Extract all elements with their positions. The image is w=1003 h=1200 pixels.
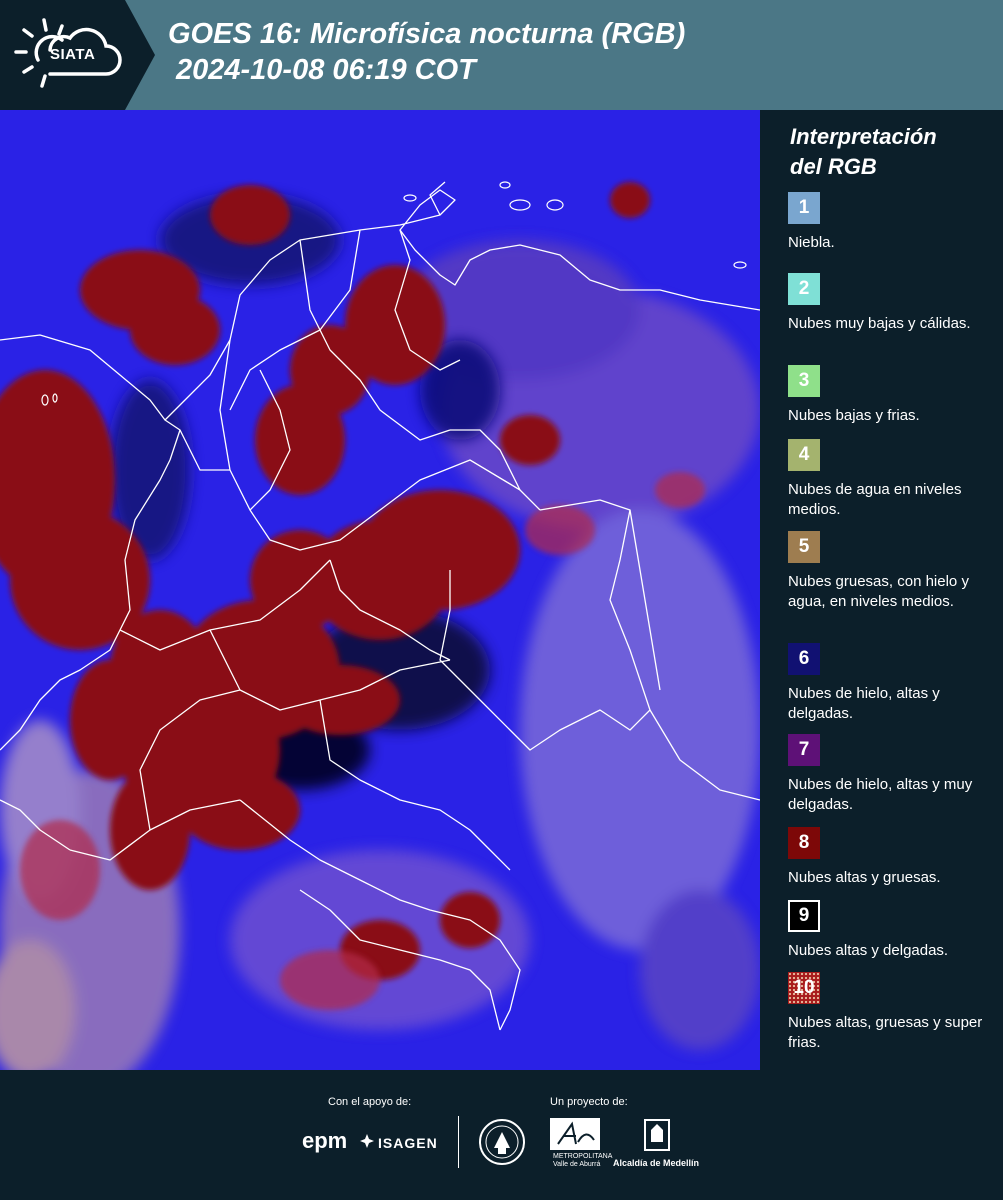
alcaldia-shield-icon [644, 1119, 670, 1151]
legend-item-1: 1 Niebla. [788, 192, 998, 253]
legend-label-5: Nubes gruesas, con hielo y agua, en nive… [788, 573, 969, 610]
legend-swatch-6: 6 [788, 643, 820, 675]
footer-divider [458, 1116, 459, 1168]
legend-swatch-3: 3 [788, 365, 820, 397]
isagen-logo: ISAGEN [360, 1134, 438, 1151]
legend-label-10: Nubes altas, gruesas y super frias. [788, 1014, 983, 1051]
legend-swatch-9: 9 [788, 900, 820, 932]
satellite-rgb-image [0, 110, 760, 1070]
legend-label-8: Nubes altas y gruesas. [788, 869, 941, 886]
epm-logo: epm [302, 1128, 348, 1153]
title-product: GOES 16: Microfísica nocturna (RGB) [168, 18, 686, 50]
title-timestamp: 2024-10-08 06:19 COT [176, 54, 476, 86]
legend-swatch-2: 2 [788, 273, 820, 305]
legend-item-6: 6 Nubes de hielo, altas y delgadas. [788, 643, 998, 724]
isagen-mark-icon [360, 1134, 374, 1148]
legend-swatch-8: 8 [788, 827, 820, 859]
legend-label-4: Nubes de agua en niveles medios. [788, 481, 962, 518]
legend-label-7: Nubes de hielo, altas y muy delgadas. [788, 776, 973, 813]
government-seal-icon [479, 1119, 525, 1165]
rgb-legend-panel: Interpretación del RGB 1 Niebla. 2 Nubes… [760, 110, 1003, 1070]
legend-item-2: 2 Nubes muy bajas y cálidas. [788, 273, 998, 334]
legend-swatch-1: 1 [788, 192, 820, 224]
support-label: Con el apoyo de: [328, 1096, 412, 1108]
legend-swatch-5: 5 [788, 531, 820, 563]
legend-swatch-7: 7 [788, 734, 820, 766]
legend-item-5: 5 Nubes gruesas, con hielo y agua, en ni… [788, 531, 998, 612]
satellite-map [0, 110, 760, 1070]
legend-swatch-4: 4 [788, 439, 820, 471]
legend-label-1: Niebla. [788, 234, 835, 251]
footer-sponsors: Con el apoyo de: Un proyecto de: epm ISA… [0, 1070, 1003, 1200]
legend-title: Interpretación del RGB [790, 124, 937, 179]
area-metropolitana-text: METROPOLITANA Valle de Aburrá [553, 1153, 613, 1168]
legend-item-8: 8 Nubes altas y gruesas. [788, 827, 998, 888]
legend-label-2: Nubes muy bajas y cálidas. [788, 315, 971, 332]
legend-item-9: 9 Nubes altas y delgadas. [788, 900, 998, 961]
legend-label-3: Nubes bajas y frias. [788, 407, 920, 424]
alcaldia-text: Alcaldía de Medellín [613, 1158, 700, 1168]
page-title: GOES 16: Microfísica nocturna (RGB) 2024… [168, 16, 685, 88]
legend-label-6: Nubes de hielo, altas y delgadas. [788, 685, 940, 722]
legend-item-4: 4 Nubes de agua en niveles medios. [788, 439, 998, 520]
legend-item-3: 3 Nubes bajas y frias. [788, 365, 998, 426]
legend-label-9: Nubes altas y delgadas. [788, 942, 949, 959]
header-bar: SIATA GOES 16: Microfísica nocturna (RGB… [0, 0, 1003, 110]
legend-item-10: 10 Nubes altas, gruesas y super frias. [788, 972, 998, 1053]
legend-swatch-10: 10 [788, 972, 820, 1004]
siata-logo-text: SIATA [50, 46, 96, 63]
legend-item-7: 7 Nubes de hielo, altas y muy delgadas. [788, 734, 998, 815]
project-label: Un proyecto de: [550, 1096, 628, 1108]
